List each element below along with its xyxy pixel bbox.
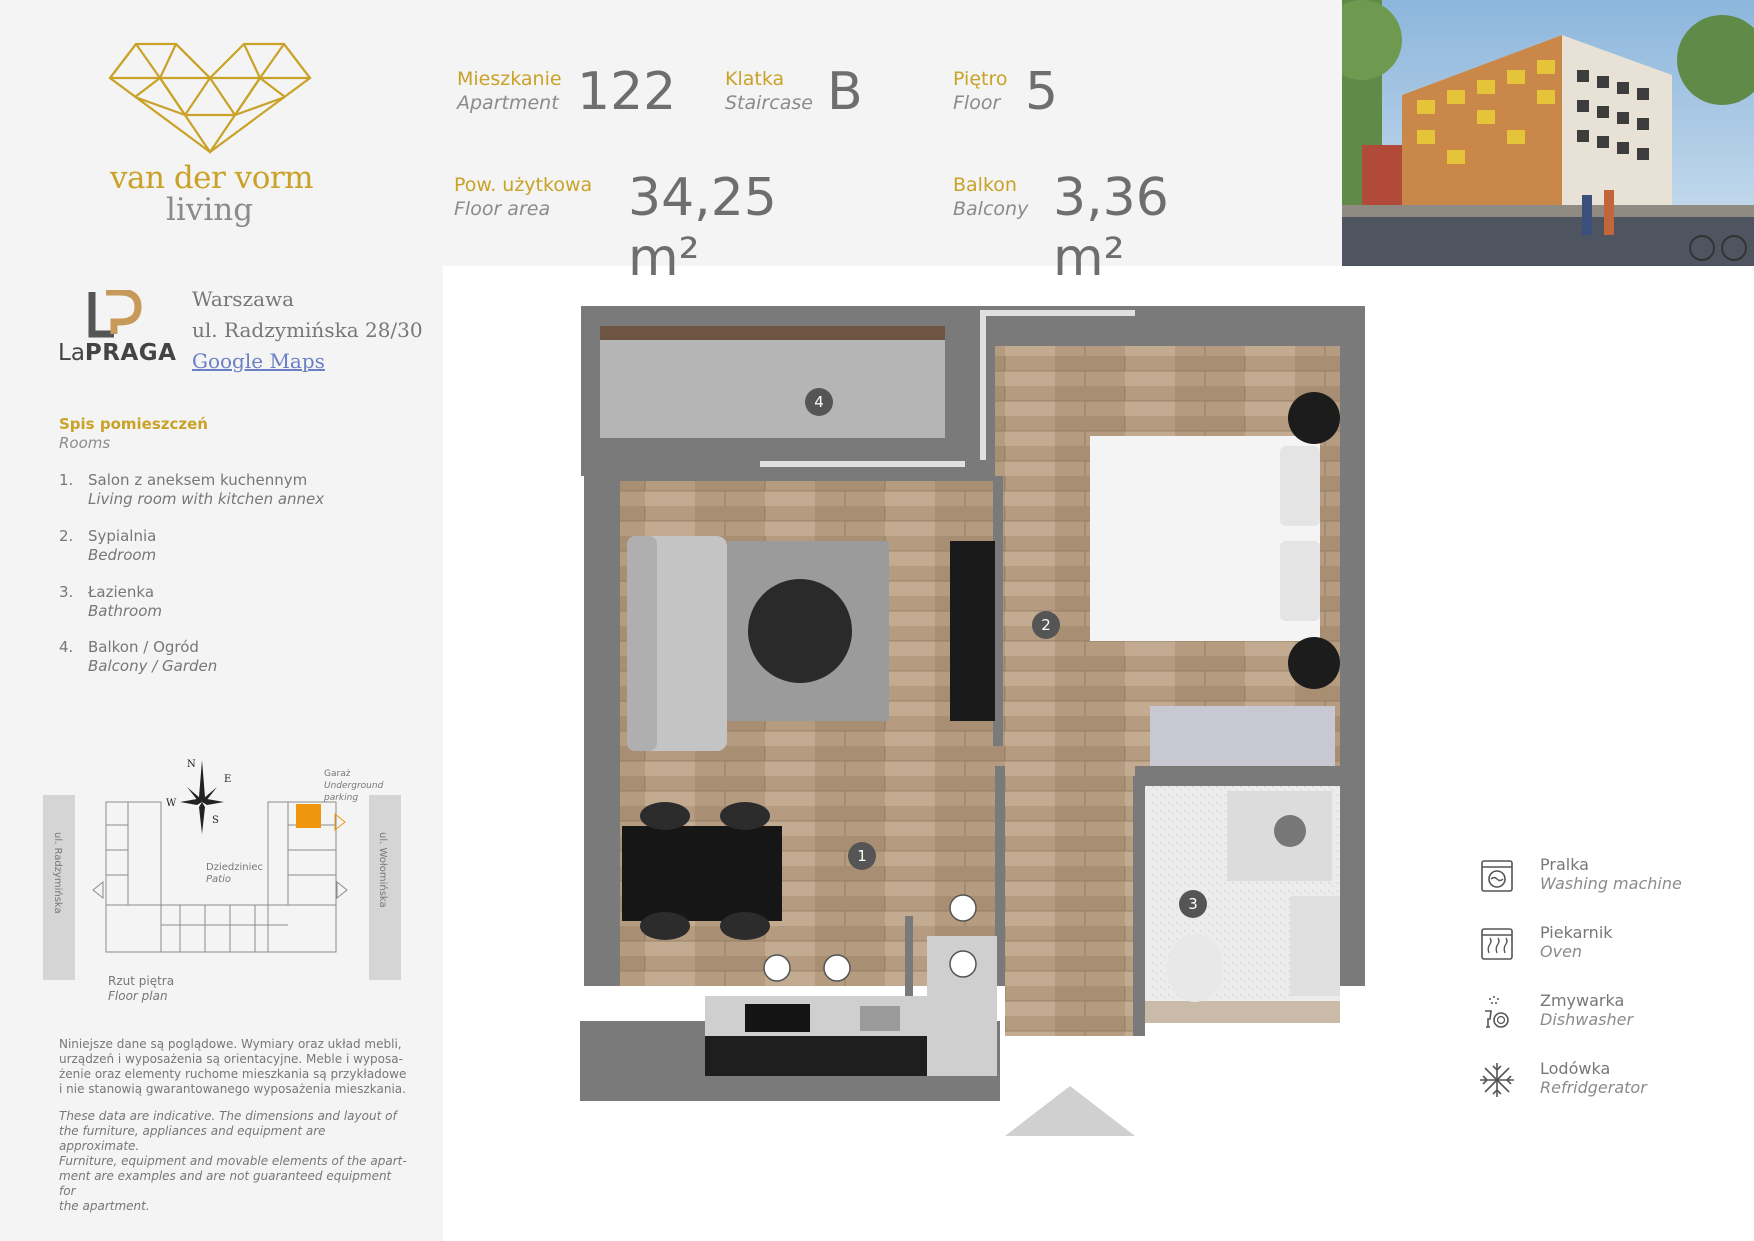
stat-apartment: Mieszkanie Apartment 122 <box>457 62 677 122</box>
snowflake-icon <box>1480 1063 1514 1097</box>
stat-balcony: Balkon Balcony 3,36 m² <box>953 168 1169 288</box>
fridge-marker-icon <box>763 954 791 982</box>
svg-text:parking: parking <box>323 793 358 803</box>
svg-text:W: W <box>166 798 177 809</box>
address-street: ul. Radzymińska 28/30 <box>192 318 423 342</box>
room-marker-3: 3 <box>1188 895 1198 913</box>
svg-text:Dziedziniec: Dziedziniec <box>206 862 263 873</box>
coffee-table <box>748 579 852 683</box>
svg-text:Rzut piętra: Rzut piętra <box>108 974 174 988</box>
stat-floor: Piętro Floor 5 <box>953 62 1059 122</box>
svg-text:Underground: Underground <box>324 781 384 791</box>
svg-text:E: E <box>224 774 231 785</box>
wardrobe <box>1150 706 1335 766</box>
stat-staircase: Klatka Staircase B <box>725 62 863 122</box>
oven-marker-icon <box>949 894 977 922</box>
brand-name-line1: van der vorm <box>110 160 314 196</box>
sink <box>1290 896 1340 996</box>
svg-text:Garaż: Garaż <box>324 769 351 779</box>
hall <box>1005 766 1135 1036</box>
floor-area-value: 34,25 m² <box>628 168 777 288</box>
svg-text:S: S <box>212 815 219 826</box>
street-left-label: ul. Radzymińska <box>52 832 64 914</box>
washer-marker-icon <box>949 950 977 978</box>
dishwasher-marker-icon <box>823 954 851 982</box>
building-photo <box>1342 0 1754 266</box>
tv-unit <box>950 541 995 721</box>
rooms-title: Spis pomieszczeń <box>59 415 208 433</box>
oven-icon <box>1481 928 1513 960</box>
toilet <box>1167 934 1223 1002</box>
balcony <box>600 326 945 438</box>
svg-text:Floor plan: Floor plan <box>108 989 168 1003</box>
google-maps-link[interactable]: Google Maps <box>192 349 325 373</box>
svg-text:N: N <box>187 759 196 770</box>
washing-machine-icon <box>1481 860 1513 892</box>
street-right-label: ul. Wołomińska <box>377 832 389 908</box>
floor-plan: 4 2 1 3 <box>575 296 1365 1146</box>
floor-number: 5 <box>1025 62 1059 122</box>
apartment-number: 122 <box>577 62 677 122</box>
svg-text:Patio: Patio <box>206 874 231 885</box>
address-city: Warszawa <box>192 287 295 311</box>
disclaimer-en: These data are indicative. The dimension… <box>59 1109 407 1213</box>
stat-floor-area: Pow. użytkowa Floor area 34,25 m² <box>454 168 777 288</box>
highlight-unit <box>296 804 321 828</box>
room-marker-2: 2 <box>1041 616 1051 634</box>
site-minimap: ul. Radzymińska ul. Wołomińska N E W S G… <box>43 759 401 1003</box>
room-marker-4: 4 <box>814 393 824 411</box>
balcony-area-value: 3,36 m² <box>1053 168 1169 288</box>
dishwasher-icon <box>1485 996 1509 1028</box>
dining-table <box>622 826 782 921</box>
lapraga-wordmark: LaPRAGA <box>58 340 177 366</box>
room-marker-1: 1 <box>857 847 867 865</box>
rooms-subtitle: Rooms <box>59 434 111 452</box>
disclaimer-pl: Niniejsze dane są poglądowe. Wymiary ora… <box>59 1037 407 1096</box>
brand-name-line2: living <box>166 192 254 228</box>
staircase-letter: B <box>827 62 863 122</box>
